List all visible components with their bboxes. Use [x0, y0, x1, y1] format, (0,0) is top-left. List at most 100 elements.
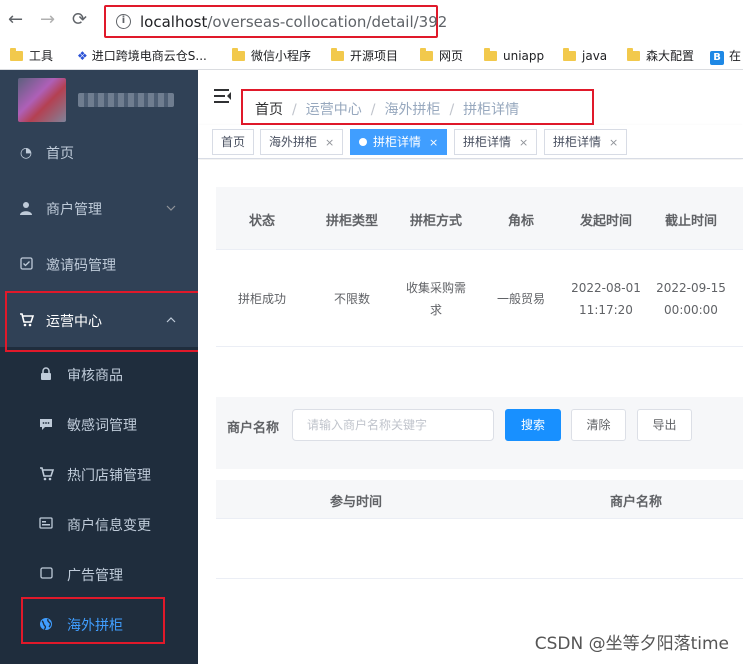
sidebar-item-label: 热门店铺管理: [67, 468, 151, 484]
folder-icon: [420, 48, 433, 61]
bookmark-item[interactable]: java: [563, 48, 607, 64]
bookmark-label: 在: [729, 49, 742, 63]
sidebar-item-merchant[interactable]: 商户管理: [0, 182, 198, 238]
end-time: 00:00:00: [664, 303, 718, 317]
badge-cell: 一般贸易: [496, 292, 545, 306]
sidebar-item-hot-shops[interactable]: 热门店铺管理: [0, 451, 198, 501]
bookmark-label: uniapp: [503, 49, 545, 63]
search-button[interactable]: 搜索: [505, 409, 561, 441]
column-header: 发起时间: [579, 214, 632, 229]
back-arrow-icon[interactable]: ←: [8, 11, 23, 29]
clear-button[interactable]: 清除: [571, 409, 626, 441]
close-icon[interactable]: ×: [609, 136, 618, 149]
logo[interactable]: [18, 78, 66, 122]
method-cell: 收集采购需求: [405, 281, 466, 317]
sidebar-item-home[interactable]: ◔ 首页: [0, 126, 198, 182]
chevron-up-icon: [166, 312, 176, 326]
table-row: 拼柜成功 不限数 收集采购需求 一般贸易 2022-08-01 11:17:20…: [216, 250, 743, 347]
bookmark-item[interactable]: 开源项目: [331, 48, 398, 64]
tag-label: 海外拼柜: [269, 135, 318, 149]
column-header: 拼柜类型: [325, 214, 378, 229]
start-time: 11:17:20: [579, 303, 633, 317]
sidebar-item-operations[interactable]: 运营中心: [0, 294, 198, 350]
sidebar-item-review-goods[interactable]: 审核商品: [0, 351, 198, 401]
bookmark-item[interactable]: ❖ 进口跨境电商云仓S...: [77, 48, 207, 64]
id-card-icon: [38, 517, 54, 533]
status-cell: 拼柜成功: [237, 292, 286, 306]
start-date: 2022-08-01: [571, 281, 641, 295]
bookmark-item[interactable]: 微信小程序: [232, 48, 311, 64]
sidebar-item-invite-code[interactable]: 邀请码管理: [0, 238, 198, 294]
close-icon[interactable]: ×: [519, 136, 528, 149]
user-icon: [18, 201, 34, 217]
bookmark-label: 网页: [439, 49, 464, 63]
close-icon[interactable]: ×: [429, 136, 438, 149]
message-icon: [38, 417, 54, 433]
bookmark-item[interactable]: 网页: [420, 48, 463, 64]
url-text: localhost/overseas-collocation/detail/39…: [140, 13, 447, 31]
bookmark-item[interactable]: 森大配置: [627, 48, 694, 64]
active-dot: [359, 138, 367, 146]
b-icon: B: [710, 51, 724, 65]
sidebar-item-sensitive-words[interactable]: 敏感词管理: [0, 401, 198, 451]
breadcrumb: 首页 / 运营中心 / 海外拼柜 / 拼柜详情: [241, 89, 594, 125]
bookmark-label: 森大配置: [646, 49, 695, 63]
column-header: 商户名称: [609, 495, 662, 510]
breadcrumb-item-overseas[interactable]: 海外拼柜: [384, 102, 440, 118]
bookmark-item[interactable]: B在: [710, 48, 742, 65]
main-content: 状态 拼柜类型 拼柜方式 角标 发起时间 截止时间 拼柜成功 不限数 收集采购需…: [198, 160, 743, 664]
merchant-name-input[interactable]: [292, 409, 494, 441]
tag-label: 首页: [221, 135, 246, 149]
address-bar[interactable]: i localhost/overseas-collocation/detail/…: [104, 5, 447, 38]
sidebar-item-ads[interactable]: 广告管理: [0, 551, 198, 601]
submenu-operations: 审核商品 敏感词管理 热门店铺管理 商户信息变更 广告管理 海外拼柜: [0, 347, 198, 664]
sidebar-item-label: 邀请码管理: [46, 258, 116, 274]
bookmark-label: java: [582, 49, 608, 63]
bookmark-item[interactable]: 工具: [10, 48, 53, 64]
breadcrumb-item-home[interactable]: 首页: [255, 102, 283, 118]
sidebar-item-label: 敏感词管理: [67, 418, 137, 434]
close-icon[interactable]: ×: [325, 136, 334, 149]
tag-label: 拼柜详情: [553, 135, 602, 149]
table-header: 参与时间 商户名称: [216, 480, 743, 519]
hamburger-icon[interactable]: [214, 88, 231, 104]
start-time-cell: 2022-08-01 11:17:20: [566, 277, 646, 321]
tag-detail[interactable]: 拼柜详情 ×: [454, 129, 538, 155]
breadcrumb-separator: /: [370, 102, 376, 118]
sidebar: ◔ 首页 商户管理 邀请码管理 运营中心 审核商品 敏感词管理 热门店铺管理 商…: [0, 70, 198, 664]
sidebar-item-label: 审核商品: [67, 368, 123, 384]
tag-home[interactable]: 首页: [212, 129, 255, 155]
end-date: 2022-09-15: [656, 281, 726, 295]
sidebar-item-label: 商户管理: [46, 202, 102, 218]
type-cell: 不限数: [333, 292, 370, 306]
bookmark-label: 进口跨境电商云仓S...: [91, 49, 207, 63]
breadcrumb-separator: /: [449, 102, 455, 118]
sidebar-item-label: 广告管理: [67, 568, 123, 584]
logo-title-blurred: [78, 93, 174, 107]
folder-icon: [563, 48, 576, 61]
bookmark-item[interactable]: uniapp: [484, 48, 544, 64]
column-header: 角标: [507, 214, 534, 229]
url-path: /overseas-collocation/detail/392: [207, 13, 448, 31]
sidebar-item-overseas-consolidation[interactable]: 海外拼柜: [0, 601, 198, 651]
info-icon[interactable]: i: [116, 14, 131, 29]
browser-toolbar: ← → ⟳ i localhost/overseas-collocation/d…: [0, 0, 743, 42]
tag-label: 拼柜详情: [463, 135, 512, 149]
folder-icon: [331, 48, 344, 61]
tags-view: 首页 海外拼柜 × 拼柜详情 × 拼柜详情 × 拼柜详情 ×: [198, 125, 743, 159]
table-header: 状态 拼柜类型 拼柜方式 角标 发起时间 截止时间: [216, 187, 743, 250]
folder-icon: [627, 48, 640, 61]
sidebar-item-merchant-info-change[interactable]: 商户信息变更: [0, 501, 198, 551]
reload-icon[interactable]: ⟳: [72, 11, 87, 29]
dashboard-icon: ◔: [19, 145, 33, 161]
tag-overseas[interactable]: 海外拼柜 ×: [260, 129, 344, 155]
tag-detail-active[interactable]: 拼柜详情 ×: [350, 129, 448, 155]
tag-detail[interactable]: 拼柜详情 ×: [544, 129, 628, 155]
column-header: 拼柜方式: [409, 214, 462, 229]
folder-icon: [10, 48, 23, 61]
bookmark-label: 开源项目: [350, 49, 399, 63]
forward-arrow-icon[interactable]: →: [40, 11, 55, 29]
breadcrumb-item-operations[interactable]: 运营中心: [306, 102, 362, 118]
bookmarks-bar: 工具 ❖ 进口跨境电商云仓S... 微信小程序 开源项目 网页 uniapp ja…: [0, 42, 743, 70]
export-button[interactable]: 导出: [637, 409, 692, 441]
